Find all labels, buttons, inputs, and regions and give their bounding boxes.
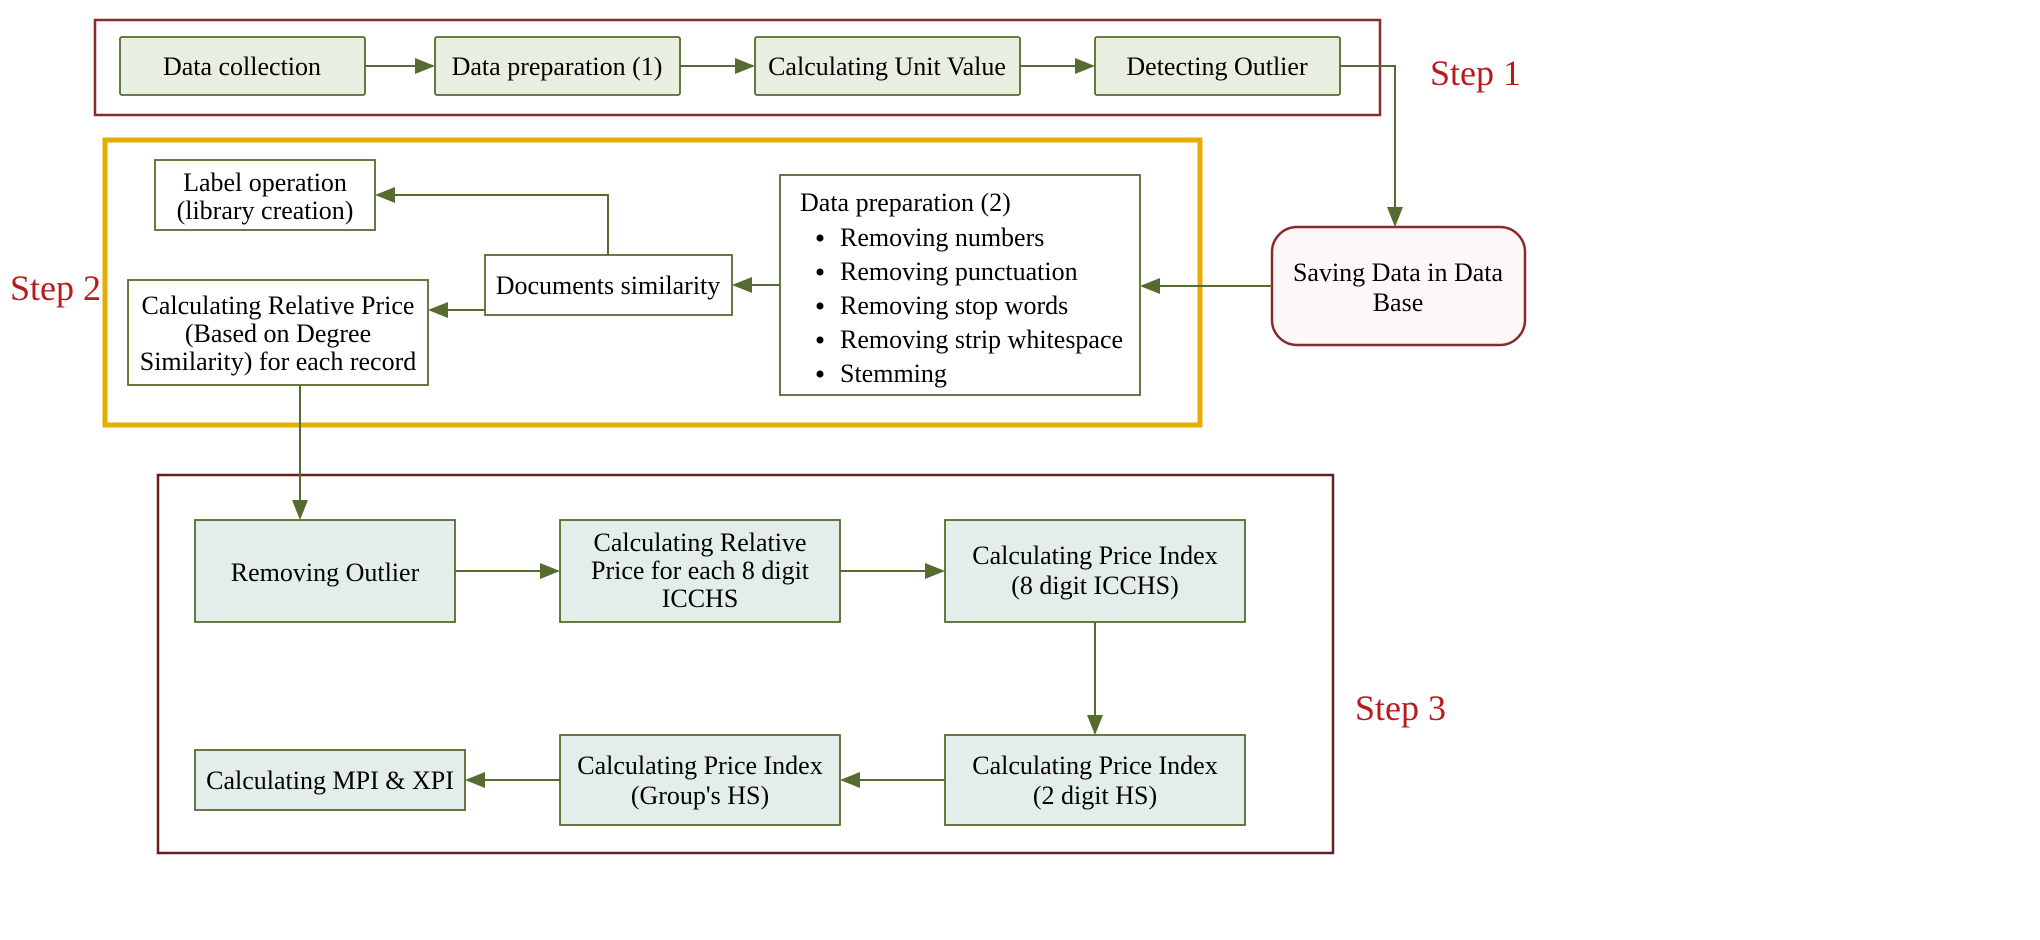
diagram-canvas: Data collection Data preparation (1) Cal… xyxy=(0,0,2040,940)
bullet-icon xyxy=(817,269,824,276)
node-text: Similarity) for each record xyxy=(140,347,417,376)
node-text: Label operation xyxy=(183,168,347,197)
node-text: Calculating Price Index xyxy=(972,751,1217,780)
node-text: Removing numbers xyxy=(840,223,1044,252)
node-text: Detecting Outlier xyxy=(1126,52,1308,81)
bullet-icon xyxy=(817,371,824,378)
node-text: Data preparation (2) xyxy=(800,188,1011,217)
node-text: Documents similarity xyxy=(496,271,721,300)
arrow xyxy=(1340,66,1395,115)
step2-label: Step 2 xyxy=(10,268,101,308)
node-text: Price for each 8 digit xyxy=(591,556,810,585)
node-text: Stemming xyxy=(840,359,947,388)
step1-label: Step 1 xyxy=(1430,53,1521,93)
node-text: Calculating Relative xyxy=(594,528,807,557)
node-text: (2 digit HS) xyxy=(1033,781,1157,810)
step3-label: Step 3 xyxy=(1355,688,1446,728)
node-text: ICCHS xyxy=(662,584,739,613)
node-text: Calculating Price Index xyxy=(577,751,822,780)
node-text: Removing punctuation xyxy=(840,257,1078,286)
node-text: (library creation) xyxy=(177,196,354,225)
node-text: (Based on Degree xyxy=(185,319,371,348)
node-text: Data preparation (1) xyxy=(452,52,663,81)
node-text: (Group's HS) xyxy=(631,781,769,810)
arrow xyxy=(377,195,608,255)
node-text: Calculating MPI & XPI xyxy=(206,766,454,795)
node-text: Calculating Price Index xyxy=(972,541,1217,570)
node-text: Data collection xyxy=(163,52,321,81)
node-text: Removing stop words xyxy=(840,291,1068,320)
node-text: Base xyxy=(1373,288,1424,317)
node-text: Removing Outlier xyxy=(231,558,420,587)
node-text: Calculating Relative Price xyxy=(142,291,415,320)
bullet-icon xyxy=(817,337,824,344)
node-text: Removing strip whitespace xyxy=(840,325,1123,354)
node-text: Saving Data in Data xyxy=(1293,258,1504,287)
node-text: (8 digit ICCHS) xyxy=(1011,571,1179,600)
bullet-icon xyxy=(817,235,824,242)
node-text: Calculating Unit Value xyxy=(768,52,1006,81)
bullet-icon xyxy=(817,303,824,310)
